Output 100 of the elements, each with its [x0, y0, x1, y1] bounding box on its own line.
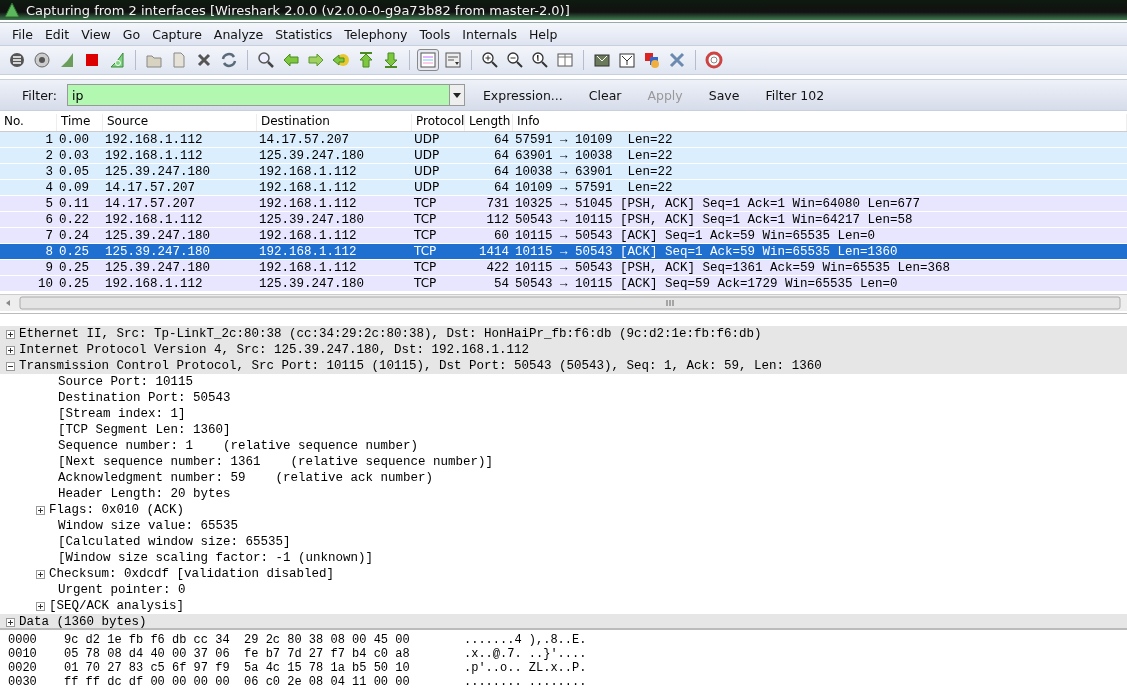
packet-row[interactable]: 10 0.25 192.168.1.112 125.39.247.180 TCP 54 50543 → 10115 [ACK] Seq=59 Ack=1729 Win=65535 Len=0: [0, 276, 1127, 292]
table-cell-text: TCP: [413, 276, 438, 292]
tree-item-text[interactable]: Sequence number: 1 (relative sequence number): [58, 438, 419, 454]
menu-item[interactable]: Internals: [456, 26, 523, 42]
column-header[interactable]: Time: [57, 114, 103, 131]
tree-item-text[interactable]: [Stream index: 1]: [58, 406, 186, 422]
list-scroll-icon[interactable]: [442, 49, 464, 71]
hex-offset: 0000: [8, 633, 38, 647]
ascii-bytes: .p'..o.. ZL.x..P.: [464, 661, 587, 675]
expand-icon[interactable]: [36, 505, 45, 515]
column-header[interactable]: No.: [0, 114, 57, 131]
tree-item-text[interactable]: [Window size scaling factor: -1 (unknown)]: [58, 550, 374, 566]
packet-row[interactable]: 9 0.25 125.39.247.180 192.168.1.112 TCP 422 10115 → 50543 [PSH, ACK] Seq=1361 Ack=59 Win=65535 Len=368: [0, 260, 1127, 276]
menu-item[interactable]: Tools: [413, 26, 457, 42]
table-cell-text: 10325 → 51045 [PSH, ACK] Seq=1 Ack=1 Win=64080 Len=677: [514, 196, 922, 212]
tree-item-text[interactable]: Flags: 0x010 (ACK): [49, 502, 185, 518]
table-cell-text: UDP: [413, 180, 441, 196]
table-cell-text: 731: [485, 196, 510, 212]
menu-item[interactable]: Capture: [146, 26, 208, 42]
table-cell-text: 14.17.57.207: [104, 196, 196, 212]
ascii-bytes: .......4 ),.8..E.: [464, 633, 587, 647]
menu-item[interactable]: Help: [522, 26, 564, 42]
filter-button[interactable]: Save: [700, 87, 748, 103]
menu-item[interactable]: Telephony: [338, 26, 414, 42]
hex-bytes: 01 70 27 83 c5 6f 97 f9 5a 4c 15 78 1a b5 50 10: [64, 661, 411, 675]
tree-item-text[interactable]: [Calculated window size: 65535]: [58, 534, 291, 550]
table-cell-text: 125.39.247.180: [104, 228, 212, 244]
table-cell-text: 192.168.1.112: [104, 212, 204, 228]
tree-item-text[interactable]: Urgent pointer: 0: [58, 582, 186, 598]
tree-item-text[interactable]: Acknowledgment number: 59 (relative ack number): [58, 470, 434, 486]
tree-item-text[interactable]: Window size value: 65535: [58, 518, 239, 534]
table-cell-text: 54: [493, 276, 510, 292]
tree-item-text[interactable]: Destination Port: 50543: [58, 390, 231, 406]
tree-item-text[interactable]: Header Length: 20 bytes: [58, 486, 231, 502]
table-cell-text: 63901 → 10038 Len=22: [514, 148, 674, 164]
menu-item[interactable]: File: [6, 26, 39, 42]
packet-row[interactable]: 2 0.03 192.168.1.112 125.39.247.180 UDP 64 63901 → 10038 Len=22: [0, 148, 1127, 164]
table-cell-text: 192.168.1.112: [258, 228, 358, 244]
filter-input[interactable]: ip: [66, 84, 449, 106]
table-cell-text: 10115 → 50543 [PSH, ACK] Seq=1361 Ack=59 Win=65535 Len=368: [514, 260, 952, 276]
table-cell-text: 4: [44, 180, 54, 196]
packet-row[interactable]: 5 0.11 14.17.57.207 192.168.1.112 TCP 731 10325 → 51045 [PSH, ACK] Seq=1 Ack=1 Win=64080 Len=677: [0, 196, 1127, 212]
tree-item-text[interactable]: [SEQ/ACK analysis]: [49, 598, 185, 614]
column-header[interactable]: Length: [465, 114, 513, 131]
table-cell-text: 192.168.1.112: [258, 180, 358, 196]
table-cell-text: 125.39.247.180: [104, 260, 212, 276]
ascii-bytes: ........ ........: [464, 675, 587, 689]
table-cell-text: 5: [44, 196, 54, 212]
column-header[interactable]: Source: [103, 114, 257, 131]
table-cell-text: 192.168.1.112: [258, 164, 358, 180]
tree-item-text[interactable]: [TCP Segment Len: 1360]: [58, 422, 231, 438]
tree-item-text[interactable]: Data (1360 bytes): [19, 614, 147, 628]
table-cell-text: 125.39.247.180: [258, 148, 366, 164]
tree-item-text[interactable]: Source Port: 10115: [58, 374, 194, 390]
help-lifebuoy-icon[interactable]: [703, 49, 725, 71]
filter-label: Filter:: [22, 87, 57, 103]
column-header[interactable]: Protocol: [412, 114, 465, 131]
table-cell-text: 9: [44, 260, 54, 276]
table-cell-text: 50543 → 10115 [ACK] Seq=59 Ack=1729 Win=65535 Len=0: [514, 276, 899, 292]
expand-icon[interactable]: [6, 617, 15, 627]
window-title: Capturing from 2 interfaces [Wireshark 2.0.0 (v2.0.0-0-g9a73b82 from master-2.0)]: [26, 2, 570, 18]
column-header[interactable]: Destination: [257, 114, 412, 131]
filter-button[interactable]: Filter 102: [757, 87, 833, 103]
table-cell-text: 125.39.247.180: [104, 244, 212, 260]
hex-bytes: 05 78 08 d4 40 00 37 06 fe b7 7d 27 f7 b4 c0 a8: [64, 647, 411, 661]
table-cell-text: 0.11: [58, 196, 90, 212]
table-cell-text: 0.03: [58, 148, 90, 164]
table-cell-text: 422: [485, 260, 510, 276]
expand-icon[interactable]: [36, 569, 45, 579]
packet-row[interactable]: 4 0.09 14.17.57.207 192.168.1.112 UDP 64 10109 → 57591 Len=22: [0, 180, 1127, 196]
table-cell-text: 64: [493, 180, 510, 196]
tree-item-text[interactable]: [Next sequence number: 1361 (relative sequence number)]: [58, 454, 494, 470]
table-cell-text: 0.25: [58, 260, 90, 276]
collapse-icon[interactable]: [6, 361, 15, 371]
column-header[interactable]: Info: [513, 114, 1127, 131]
packet-row[interactable]: 3 0.05 125.39.247.180 192.168.1.112 UDP 64 10038 → 63901 Len=22: [0, 164, 1127, 180]
table-cell-text: UDP: [413, 148, 441, 164]
menu-item[interactable]: Go: [116, 26, 147, 42]
table-cell-text: 7: [44, 228, 54, 244]
tree-item-text[interactable]: Checksum: 0xdcdf [validation disabled]: [49, 566, 335, 582]
table-cell-text: 192.168.1.112: [104, 132, 204, 148]
expand-icon[interactable]: [36, 601, 45, 611]
colored-list-icon[interactable]: [417, 49, 439, 71]
table-cell-text: 0.00: [58, 132, 90, 148]
packet-row[interactable]: 6 0.22 192.168.1.112 125.39.247.180 TCP 112 50543 → 10115 [PSH, ACK] Seq=1 Ack=1 Win=64217 Len=58: [0, 212, 1127, 228]
expand-icon[interactable]: [6, 329, 15, 339]
filter-button[interactable]: Expression...: [474, 87, 571, 103]
menu-item[interactable]: Statistics: [269, 26, 339, 42]
menu-item[interactable]: Analyze: [207, 26, 270, 42]
filter-button[interactable]: Clear: [580, 87, 630, 103]
packet-row[interactable]: 7 0.24 125.39.247.180 192.168.1.112 TCP 60 10115 → 50543 [ACK] Seq=1 Ack=59 Win=65535 Len=0: [0, 228, 1127, 244]
packet-row[interactable]: 8 0.25 125.39.247.180 192.168.1.112 TCP 1414 10115 → 50543 [ACK] Seq=1 Ack=59 Win=65535 Len=1360: [0, 244, 1127, 260]
expand-icon[interactable]: [6, 345, 15, 355]
table-cell-text: 14.17.57.207: [258, 132, 350, 148]
packet-row[interactable]: 1 0.00 192.168.1.112 14.17.57.207 UDP 64 57591 → 10109 Len=22: [0, 132, 1127, 148]
table-cell-text: UDP: [413, 164, 441, 180]
menu-item[interactable]: Edit: [38, 26, 76, 42]
menu-item[interactable]: View: [75, 26, 117, 42]
options-icon[interactable]: [31, 49, 53, 71]
table-cell-text: TCP: [413, 260, 438, 276]
